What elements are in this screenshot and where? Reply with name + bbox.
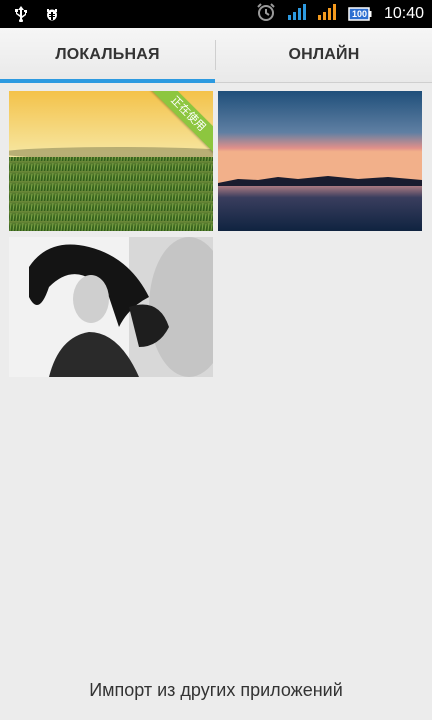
status-bar: 100 10:40 xyxy=(0,0,432,28)
battery-icon: 100 xyxy=(348,7,372,21)
tab-online[interactable]: ОНЛАЙН xyxy=(216,28,432,82)
tab-bar: ЛОКАЛЬНАЯ ОНЛАЙН xyxy=(0,28,432,83)
android-debug-icon xyxy=(44,6,60,27)
import-from-other-apps-button[interactable]: Импорт из других приложений xyxy=(0,670,432,710)
tab-selected-indicator xyxy=(0,79,215,83)
status-time: 10:40 xyxy=(383,5,424,22)
usb-icon xyxy=(14,6,28,27)
alarm-clock-icon xyxy=(256,2,276,27)
signal-blue-icon xyxy=(287,3,306,25)
wallpaper-thumb-woman[interactable] xyxy=(9,237,213,377)
lake-image xyxy=(218,91,422,231)
woman-image xyxy=(9,237,213,377)
wallpaper-thumb-wheat-field[interactable]: 正在使用 xyxy=(9,91,213,231)
battery-level-text: 100 xyxy=(351,9,367,19)
tab-local[interactable]: ЛОКАЛЬНАЯ xyxy=(0,28,215,82)
wallpaper-thumb-lake[interactable] xyxy=(218,91,422,231)
signal-orange-icon xyxy=(317,3,336,25)
